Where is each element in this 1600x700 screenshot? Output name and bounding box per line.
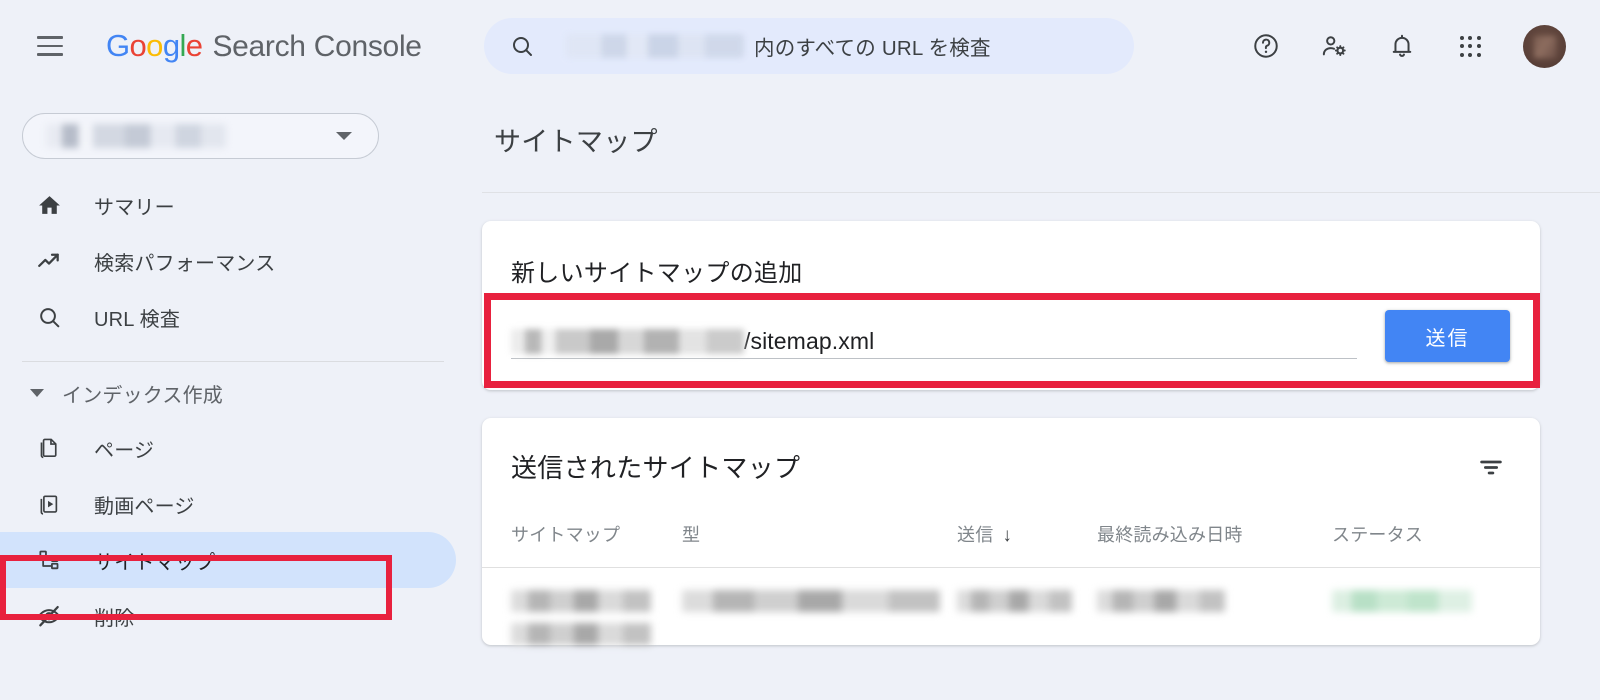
table-row[interactable] [482,567,1540,646]
url-inspection-search-input[interactable]: 内のすべての URL を検査 [484,18,1134,74]
property-selector[interactable] [22,113,379,159]
title-divider [482,192,1600,193]
sidebar-item-label: 削除 [94,607,135,630]
submitted-sitemaps-title: 送信されたサイトマップ [511,453,801,483]
sidebar-item-video-pages[interactable]: 動画ページ [0,476,456,532]
triangle-down-icon [30,389,44,397]
apps-grid-icon[interactable] [1447,23,1493,69]
sidebar-item-pages[interactable]: ページ [0,420,456,476]
cell-type [682,568,957,646]
hamburger-menu-icon[interactable] [37,36,63,56]
home-icon [36,192,62,218]
cell-status [1332,568,1540,646]
cell-submitted [957,568,1097,646]
sidebar-item-summary[interactable]: サマリー [0,177,456,233]
avatar[interactable] [1523,24,1566,68]
column-header-submitted[interactable]: 送信 ↓ [957,521,1097,568]
sidebar-item-label: URL 検査 [94,308,181,331]
product-name: Search Console [212,30,422,63]
notifications-bell-icon[interactable] [1379,23,1425,69]
visibility-off-icon [36,603,62,629]
top-bar-actions [1243,0,1566,92]
add-sitemap-title: 新しいサイトマップの追加 [511,260,803,287]
search-placeholder-text: 内のすべての URL を検査 [754,37,991,60]
sidebar-divider [22,361,444,362]
account-tree-icon [36,547,62,573]
chevron-down-icon [336,132,352,140]
sitemap-url-input[interactable]: /sitemap.xml [511,313,1357,359]
column-header-type[interactable]: 型 [682,521,957,568]
video-page-icon [36,491,62,517]
submit-sitemap-button[interactable]: 送信 [1385,310,1510,362]
add-sitemap-row: /sitemap.xml 送信 [482,288,1540,390]
column-header-last-read[interactable]: 最終読み込み日時 [1097,521,1332,568]
help-icon[interactable] [1243,23,1289,69]
cell-sitemap [482,568,682,645]
sidebar-item-label: 動画ページ [94,495,195,518]
sitemap-url-value: /sitemap.xml [744,328,875,354]
sidebar-item-sitemap[interactable]: サイトマップ [0,532,456,588]
column-header-sitemap[interactable]: サイトマップ [482,521,682,568]
sidebar-item-label: 検索パフォーマンス [94,252,276,275]
brand-logo: Google Search Console [106,28,422,64]
pages-copy-icon [36,435,62,461]
redacted-property-name [566,34,744,58]
main-content: サイトマップ 新しいサイトマップの追加 /sitemap.xml 送信 送信され… [470,92,1600,700]
sidebar-item-removals[interactable]: 削除 [0,588,456,644]
search-console-app: Google Search Console 内のすべての URL を検査 サマリ… [0,0,1600,700]
submitted-sitemaps-card: 送信されたサイトマップ サイトマップ 型 送信 ↓ 最終読み込み日時 ステータス [482,418,1540,645]
redacted-property-value [46,124,226,148]
filter-list-icon[interactable] [1476,452,1506,482]
add-sitemap-card: 新しいサイトマップの追加 /sitemap.xml 送信 [482,221,1540,390]
sidebar-item-url-inspection[interactable]: URL 検査 [0,289,456,345]
column-header-submitted-label: 送信 [957,525,994,545]
search-icon [513,37,532,56]
status-badge [1332,590,1472,612]
sidebar-item-label: サイトマップ [94,551,216,574]
google-logo: Google [106,28,203,63]
search-icon [36,304,62,330]
sidebar: サマリー 検索パフォーマンス URL 検査 インデックス作成 ページ 動画ページ… [0,92,470,700]
submitted-sitemaps-table: サイトマップ 型 送信 ↓ 最終読み込み日時 ステータス [482,521,1540,645]
sidebar-item-label: ページ [94,439,155,462]
trending-up-icon [36,248,62,274]
column-header-status[interactable]: ステータス [1332,521,1540,568]
sidebar-group-indexing[interactable]: インデックス作成 [0,366,470,420]
table-header-row: サイトマップ 型 送信 ↓ 最終読み込み日時 ステータス [482,521,1540,568]
sort-descending-icon: ↓ [1002,525,1013,546]
sidebar-group-label: インデックス作成 [62,384,223,407]
cell-last-read [1097,568,1332,646]
sidebar-item-performance[interactable]: 検索パフォーマンス [0,233,456,289]
top-app-bar: Google Search Console 内のすべての URL を検査 [0,0,1600,92]
account-settings-icon[interactable] [1311,23,1357,69]
redacted-url-prefix [511,329,744,354]
submitted-sitemaps-header: 送信されたサイトマップ [482,418,1540,485]
page-title: サイトマップ [494,127,658,157]
sidebar-item-label: サマリー [94,196,175,219]
sidebar-nav-primary: サマリー 検索パフォーマンス URL 検査 インデックス作成 ページ 動画ページ… [0,177,470,644]
